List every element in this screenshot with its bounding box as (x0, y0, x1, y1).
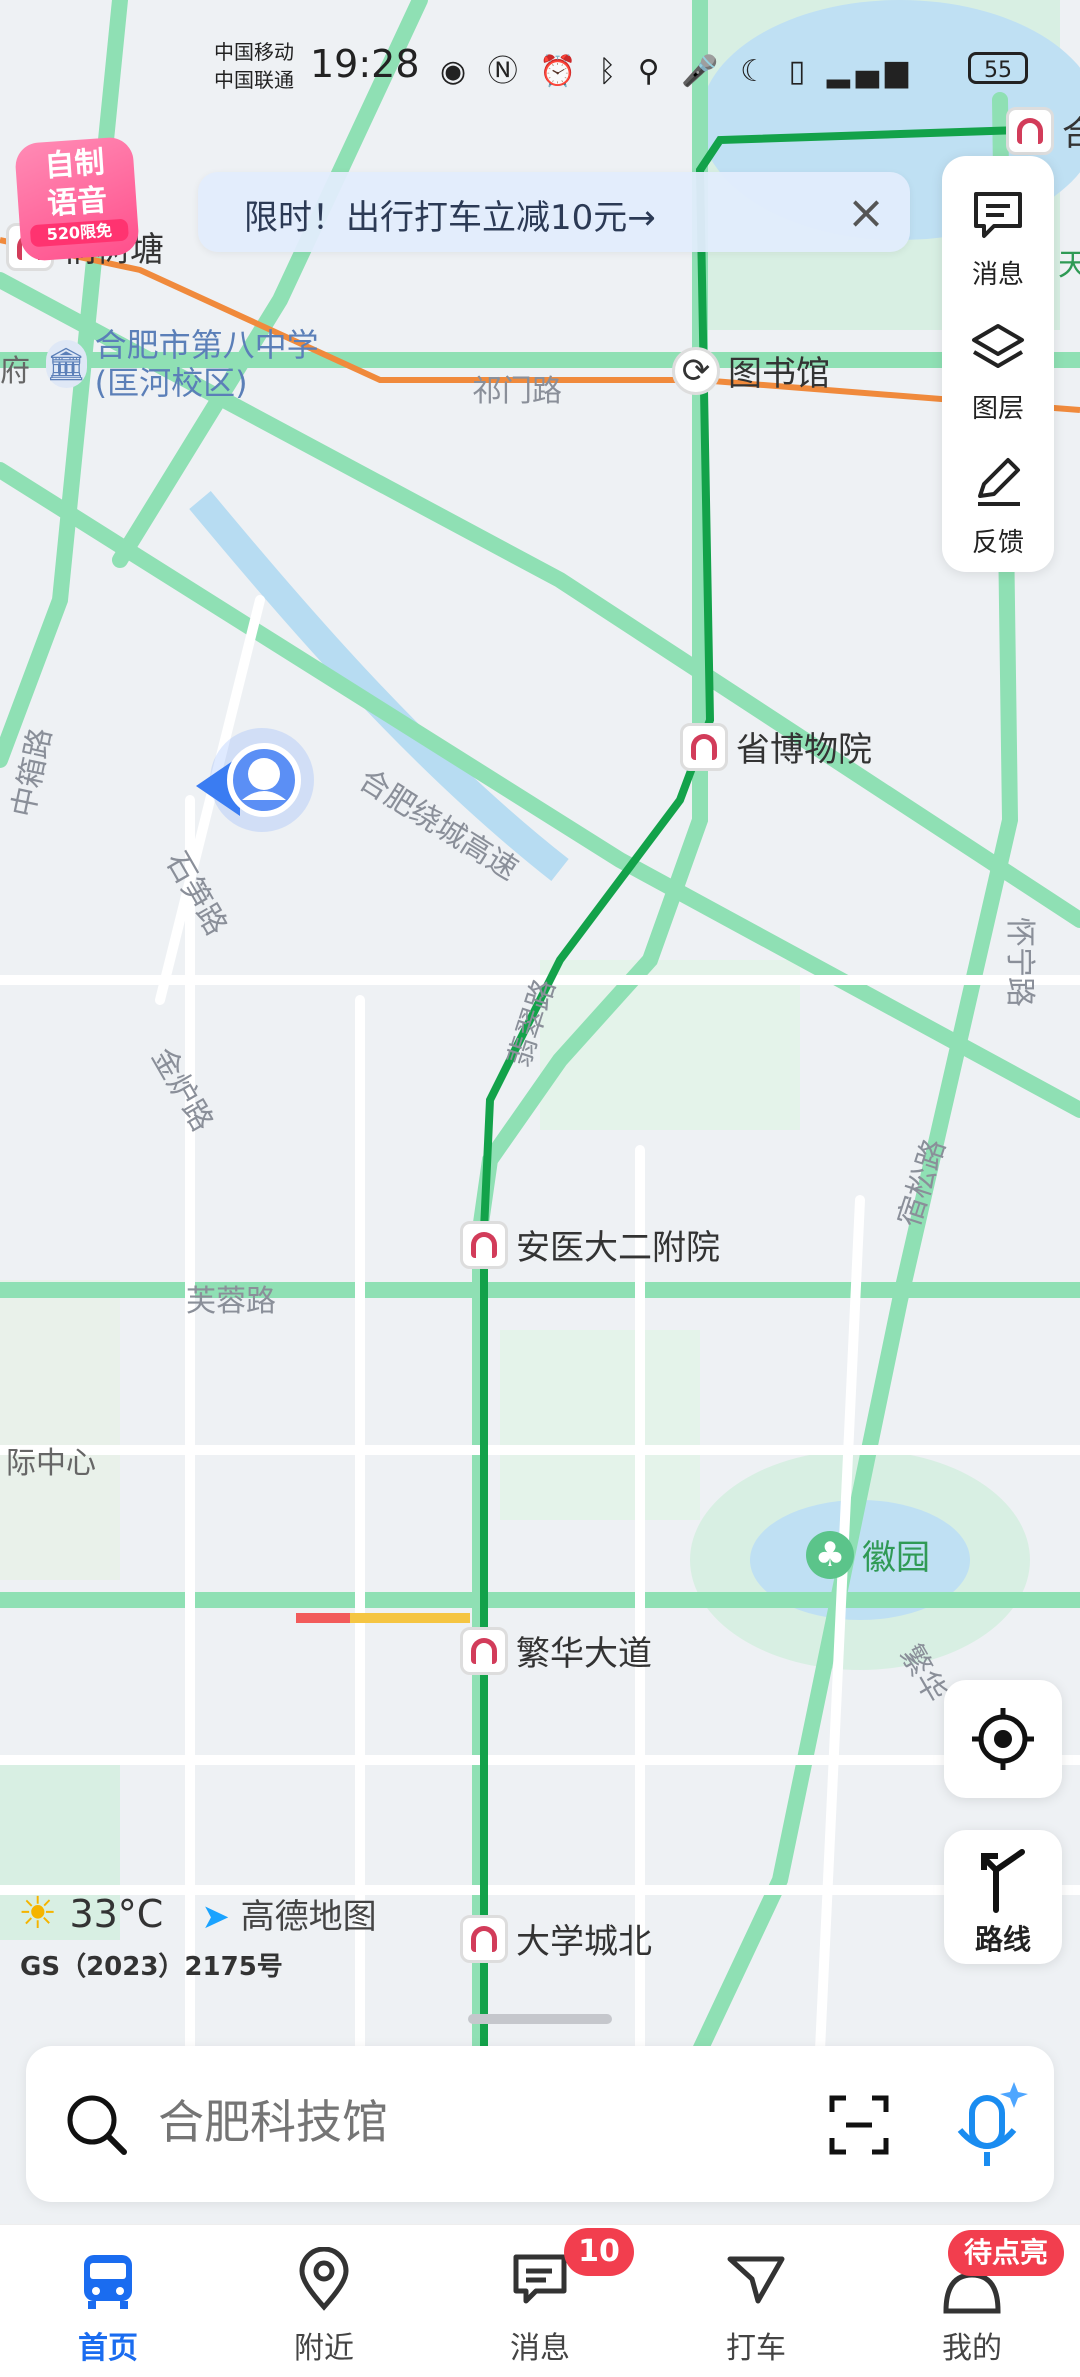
carrier-1: 中国移动 (214, 40, 294, 64)
tab-label: 消息 (510, 2331, 570, 2366)
metro-icon (680, 722, 728, 771)
poi-label: 大学城北 (516, 1922, 652, 1962)
place-label-center: 际中心 (6, 1446, 96, 1481)
map-side-panel: 消息 图层 反馈 (942, 156, 1054, 572)
profile-pending-badge: 待点亮 (948, 2230, 1065, 2276)
tab-label: 我的 (942, 2331, 1002, 2366)
edit-icon (978, 458, 1020, 506)
tab-taxi[interactable]: 打车 (686, 2225, 826, 2377)
layers-label: 图层 (971, 394, 1024, 424)
carrier-2: 中国联通 (214, 68, 294, 92)
bluetooth-icon: ᛒ (598, 54, 623, 89)
carrier-names: 中国移动 中国联通 (214, 38, 294, 94)
road-label: 芙蓉路 (186, 1284, 276, 1319)
poi-label: 繁华大道 (516, 1634, 652, 1674)
place-huiyuan[interactable]: ♣ 徽园 (806, 1530, 930, 1579)
search-icon (67, 2095, 127, 2155)
map-license: GS（2023）2175号 (20, 1952, 283, 1982)
status-time: 19:28 (310, 42, 420, 86)
feedback-button[interactable]: 反馈 (942, 434, 1054, 564)
crosshair-icon (972, 1708, 1034, 1770)
tab-nearby[interactable]: 附近 (254, 2225, 394, 2377)
alarm-icon: ⏰ (539, 54, 583, 89)
search-bar[interactable] (26, 2046, 1054, 2202)
messages-count-badge: 10 (564, 2228, 634, 2276)
status-icons: ◉ Ⓝ ⏰ ᛒ ⚲ 🎤 ☾ ▯ ▂▄▆ (440, 46, 914, 90)
metro-icon (460, 1914, 508, 1963)
search-input[interactable] (156, 2094, 720, 2150)
vibrate-icon: ▯ (788, 54, 812, 89)
metro-icon (460, 1220, 508, 1269)
tab-label: 首页 (78, 2331, 138, 2366)
road-label: 祁门路 (472, 374, 562, 409)
poi-university-city-north[interactable]: 大学城北 (460, 1914, 652, 1963)
pin-icon (299, 2247, 349, 2311)
bus-icon (84, 2255, 132, 2309)
amap-arrow-icon: ➤ (201, 1897, 230, 1937)
tab-label: 打车 (726, 2331, 786, 2366)
place-label: 徽园 (862, 1538, 930, 1578)
promo-text[interactable]: 限时！出行打车立减10元→ (244, 190, 656, 239)
temperature: 33°C (69, 1891, 164, 1936)
nfc-icon: Ⓝ (487, 54, 524, 89)
status-bar: 中国移动 中国联通 19:28 ◉ Ⓝ ⏰ ᛒ ⚲ 🎤 ☾ ▯ ▂▄▆ 55 (0, 0, 1080, 140)
feedback-label: 反馈 (971, 528, 1024, 558)
poi-fanhua-avenue[interactable]: 繁华大道 (460, 1626, 652, 1675)
location-icon: ⚲ (637, 54, 666, 89)
bottom-tab-bar: 首页 附近 消息 打车 我的 (0, 2224, 1080, 2377)
message-icon (974, 192, 1022, 238)
route-icon (981, 1849, 1025, 1913)
poi-anyi-hospital[interactable]: 安医大二附院 (460, 1220, 720, 1269)
locate-button[interactable] (944, 1680, 1062, 1798)
messages-button[interactable]: 消息 (942, 166, 1054, 296)
taxi-arrow-icon (727, 2256, 785, 2304)
layers-button[interactable]: 图层 (942, 300, 1054, 430)
route-label: 路线 (974, 1923, 1031, 1956)
voice-search-icon[interactable] (944, 2076, 1034, 2176)
custom-voice-badge[interactable]: 自制 语音 520限免 (14, 136, 140, 262)
road-label: 怀宁路 (1002, 917, 1037, 1007)
place-label-fu: 府 (0, 354, 30, 389)
place-school[interactable]: 🏛 合肥市第八中学(匡河校区) (46, 326, 356, 402)
amap-logo: ➤ 高德地图 (201, 1889, 376, 1938)
tab-label: 附近 (294, 2331, 354, 2366)
scan-icon[interactable] (826, 2092, 892, 2158)
poi-label: 图书馆 (728, 354, 830, 394)
mic-icon: 🎤 (681, 54, 725, 89)
message-icon (513, 2254, 567, 2304)
metro-icon (460, 1626, 508, 1675)
poi-label: 安医大二附院 (516, 1228, 720, 1268)
moon-icon: ☾ (740, 54, 774, 89)
weather-widget: ☀ 33°C ➤ 高德地图 (18, 1888, 377, 1939)
signal-icon: ▂▄▆ (826, 54, 914, 89)
messages-label: 消息 (971, 260, 1024, 290)
poi-label: 省博物院 (736, 730, 872, 770)
tab-home[interactable]: 首页 (38, 2225, 178, 2377)
park-icon: ♣ (806, 1530, 854, 1579)
drag-handle[interactable] (468, 2014, 612, 2024)
transfer-icon: ⟳ (672, 346, 720, 395)
route-button[interactable]: 路线 (944, 1830, 1062, 1964)
close-icon[interactable]: × (838, 184, 894, 240)
eye-icon: ◉ (440, 54, 473, 89)
place-label-tian: 天 (1058, 248, 1080, 283)
poi-provincial-museum[interactable]: 省博物院 (680, 722, 872, 771)
sun-icon: ☀ (18, 1888, 58, 1939)
place-label: 合肥市第八中学(匡河校区) (94, 326, 319, 402)
battery-indicator: 55 (968, 52, 1028, 84)
school-icon: 🏛 (46, 340, 87, 388)
poi-library[interactable]: ⟳ 图书馆 (672, 346, 830, 395)
layers-icon (972, 324, 1024, 368)
brand-label: 高德地图 (240, 1897, 377, 1937)
promo-banner[interactable]: 限时！出行打车立减10元→ × (198, 172, 910, 252)
